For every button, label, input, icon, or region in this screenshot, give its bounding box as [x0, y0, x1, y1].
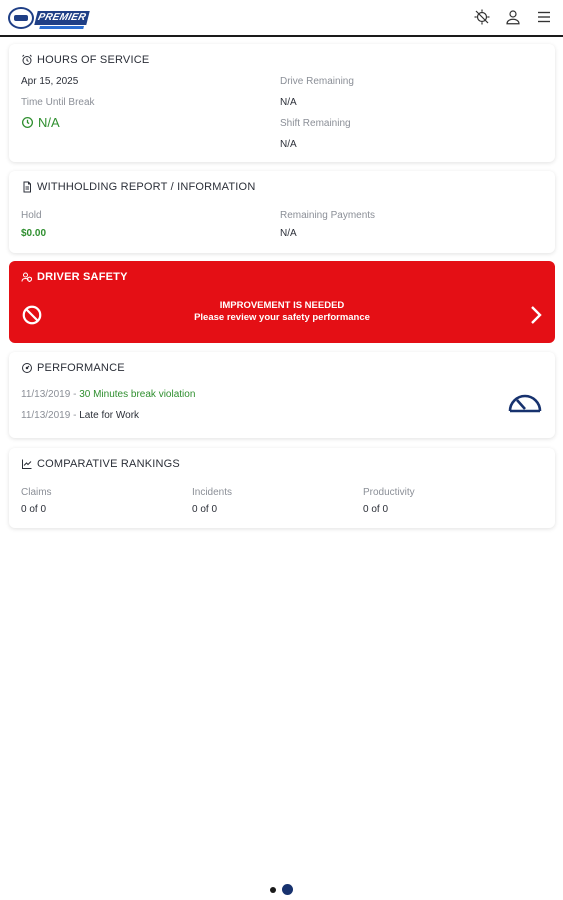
safety-subline: Please review your safety performance: [194, 312, 370, 323]
rankings-claims-label: Claims: [21, 487, 52, 498]
driver-safety-title: DRIVER SAFETY: [37, 271, 128, 283]
rankings-title: COMPARATIVE RANKINGS: [37, 458, 180, 470]
trend-chart-icon: [22, 459, 32, 469]
top-app-bar: PREMIER: [0, 0, 563, 37]
hours-of-service-title: HOURS OF SERVICE: [37, 54, 150, 66]
withholding-card[interactable]: WITHHOLDING REPORT / INFORMATION Hold $0…: [9, 171, 555, 253]
driver-safety-icon: [21, 272, 32, 283]
performance-card[interactable]: PERFORMANCE 11/13/2019 - 30 Minutes brea…: [9, 352, 555, 438]
remaining-payments-value: N/A: [280, 228, 297, 239]
performance-item-text: 30 Minutes break violation: [79, 389, 196, 400]
logo-text: PREMIER: [36, 12, 88, 23]
gauge-small-icon: [22, 363, 32, 373]
page-dot-1[interactable]: [270, 886, 276, 893]
performance-item-separator: -: [70, 410, 80, 421]
alarm-clock-icon: [22, 54, 32, 65]
shift-remaining-label: Shift Remaining: [280, 118, 351, 129]
page-dot-2-active[interactable]: [282, 884, 293, 895]
rankings-claims-value: 0 of 0: [21, 504, 47, 515]
hours-of-service-card[interactable]: HOURS OF SERVICE Apr 15, 2025 Time Until…: [9, 44, 555, 162]
speedometer-icon: [508, 394, 542, 413]
hold-value: $0.00: [21, 228, 47, 239]
shift-remaining-value: N/A: [280, 139, 297, 150]
no-location-icon[interactable]: [473, 8, 491, 26]
performance-item-separator: -: [70, 389, 80, 400]
performance-item[interactable]: 11/13/2019 - Late for Work: [21, 410, 139, 421]
performance-item-date: 11/13/2019: [21, 410, 71, 421]
document-icon: [23, 181, 31, 193]
remaining-payments-label: Remaining Payments: [280, 210, 376, 221]
rankings-incidents-label: Incidents: [192, 487, 233, 498]
rankings-incidents-value: 0 of 0: [192, 504, 218, 515]
menu-icon[interactable]: [535, 8, 553, 26]
withholding-title: WITHHOLDING REPORT / INFORMATION: [37, 181, 256, 193]
driver-safety-card[interactable]: DRIVER SAFETY IMPROVEMENT IS NEEDED Plea…: [9, 261, 555, 343]
page-indicator: [270, 884, 293, 895]
performance-item-text: Late for Work: [79, 410, 140, 421]
premier-logo[interactable]: PREMIER: [8, 6, 90, 30]
drive-remaining-label: Drive Remaining: [280, 76, 354, 87]
performance-item-date: 11/13/2019: [21, 389, 71, 400]
performance-item[interactable]: 11/13/2019 - 30 Minutes break violation: [21, 389, 195, 400]
time-until-break-value: N/A: [38, 115, 60, 130]
hos-date: Apr 15, 2025: [21, 76, 79, 87]
time-until-break-label: Time Until Break: [21, 97, 95, 108]
performance-title: PERFORMANCE: [37, 362, 125, 374]
user-icon[interactable]: [504, 8, 522, 26]
logo-badge-icon: [8, 7, 34, 29]
clock-icon: [21, 116, 34, 129]
comparative-rankings-card[interactable]: COMPARATIVE RANKINGS Claims 0 of 0 Incid…: [9, 448, 555, 528]
safety-headline: IMPROVEMENT IS NEEDED: [219, 300, 345, 311]
drive-remaining-value: N/A: [280, 97, 297, 108]
rankings-productivity-label: Productivity: [363, 487, 415, 498]
hold-label: Hold: [21, 210, 42, 221]
rankings-productivity-value: 0 of 0: [363, 504, 389, 515]
chevron-right-icon[interactable]: [529, 305, 543, 325]
